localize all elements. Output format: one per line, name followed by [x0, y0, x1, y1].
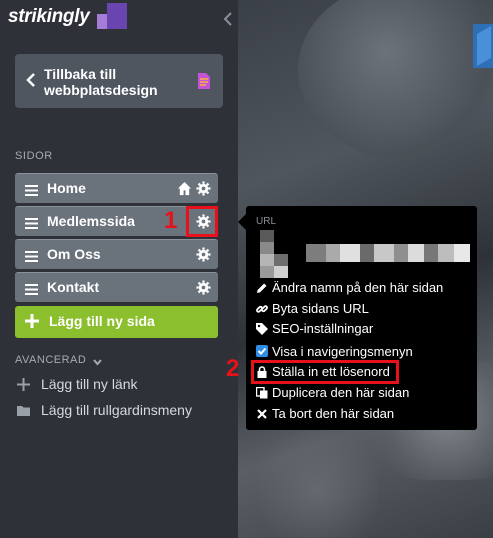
menu-item-label: Ändra namn på den här sidan [272, 280, 444, 295]
gear-icon[interactable] [196, 247, 211, 262]
add-link-label: Lägg till ny länk [41, 376, 138, 392]
preview-image-shape [258, 420, 378, 538]
logo-row: strikingly [0, 0, 238, 40]
annotation-box-password [251, 360, 399, 384]
drag-handle-icon[interactable] [25, 282, 38, 295]
page-item-label: Medlemssida [47, 213, 135, 229]
url-label: URL [256, 216, 277, 227]
add-page-label: Lägg till ny sida [49, 313, 155, 329]
menu-item-label: Visa i navigeringsmenyn [272, 344, 413, 359]
menu-item-label: Ta bort den här sidan [272, 406, 395, 421]
logo-mark-icon [97, 3, 127, 29]
add-dropdown-label: Lägg till rullgardinsmeny [41, 402, 192, 418]
pencil-icon [256, 282, 268, 294]
page-item-kontakt[interactable]: Kontakt [15, 272, 218, 302]
add-page-button[interactable]: Lägg till ny sida [15, 306, 218, 338]
menu-item-label: Duplicera den här sidan [272, 385, 410, 400]
gear-icon[interactable] [196, 181, 211, 196]
chevron-left-icon [26, 72, 36, 88]
pages-section-label: SIDOR [15, 150, 53, 162]
page-item-om-oss[interactable]: Om Oss [15, 239, 218, 269]
logo-text: strikingly [8, 6, 90, 27]
sidebar: strikingly Tillbaka till webbplatsdesign… [0, 0, 238, 538]
back-to-site-design-button[interactable]: Tillbaka till webbplatsdesign [15, 54, 223, 108]
back-button-label: Tillbaka till webbplatsdesign [44, 66, 158, 98]
drag-handle-icon[interactable] [25, 249, 38, 262]
chevron-down-icon [93, 357, 102, 366]
advanced-section-label: AVANCERAD [15, 354, 87, 366]
advanced-section-toggle[interactable]: AVANCERAD [15, 354, 102, 366]
menu-item-label: SEO-inställningar [272, 321, 374, 336]
page-item-label: Kontakt [47, 279, 100, 295]
plus-icon [25, 314, 39, 328]
menu-item-label: Byta sidans URL [272, 301, 369, 316]
plus-icon [17, 378, 30, 391]
drag-handle-icon[interactable] [25, 216, 38, 229]
preview-logo-icon [473, 24, 493, 68]
x-icon [256, 408, 268, 420]
annotation-box-gear [186, 206, 218, 237]
home-icon [177, 181, 192, 196]
tag-icon [256, 323, 268, 335]
page-item-home[interactable]: Home [15, 173, 218, 203]
page-settings-popover: URL Ändra namn på den här sidan Byta sid… [238, 206, 477, 430]
gear-icon[interactable] [196, 280, 211, 295]
collapse-sidebar-icon[interactable] [222, 10, 234, 28]
drag-handle-icon[interactable] [25, 183, 38, 196]
folder-icon [17, 404, 30, 417]
page-item-label: Home [47, 180, 86, 196]
preview-image-shape [298, 0, 493, 160]
copy-icon [255, 386, 268, 399]
url-value-obscured [260, 230, 470, 278]
annotation-number-1: 1 [164, 207, 178, 234]
document-icon [198, 73, 210, 89]
link-icon [256, 303, 268, 315]
page-item-label: Om Oss [47, 246, 101, 262]
annotation-number-2: 2 [226, 355, 240, 382]
checkbox-icon[interactable] [256, 345, 268, 357]
